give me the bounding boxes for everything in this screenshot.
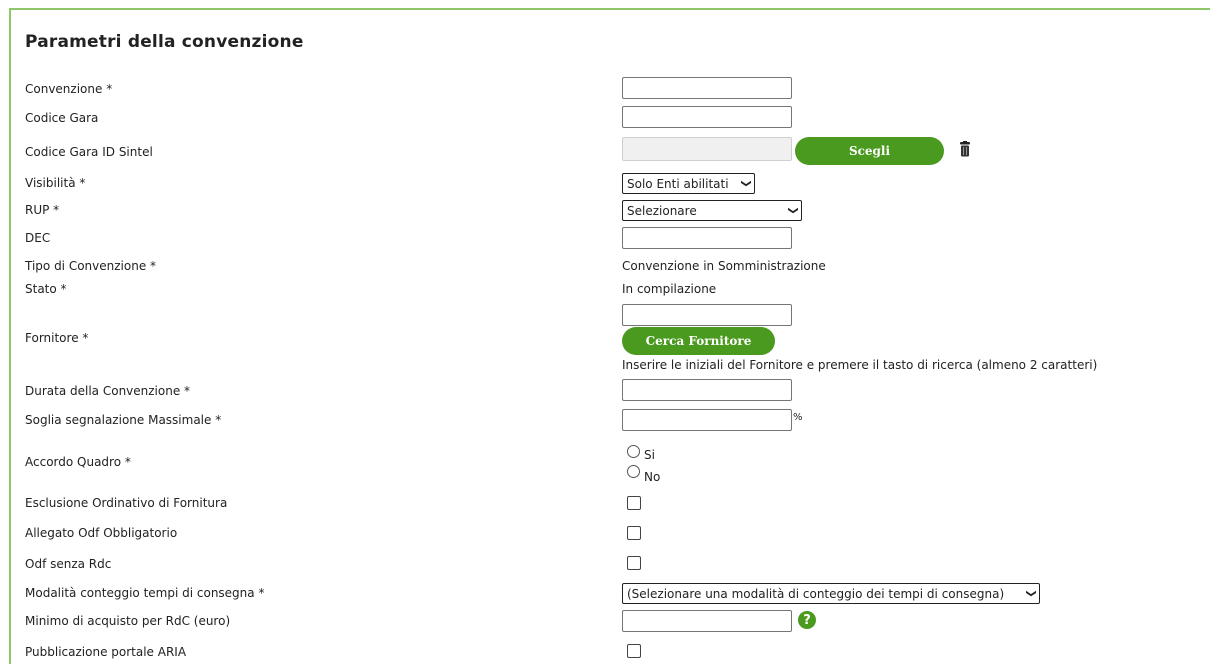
convenzione-label: Convenzione *: [25, 82, 113, 96]
accordo-si-radio[interactable]: [627, 445, 640, 458]
pubblicazione-label: Pubblicazione portale ARIA: [25, 645, 187, 659]
odf-rdc-label: Odf senza Rdc: [25, 557, 112, 571]
fornitore-input[interactable]: [622, 304, 792, 326]
esclusione-checkbox[interactable]: [627, 496, 641, 510]
soglia-unit: %: [793, 412, 803, 423]
soglia-input[interactable]: [622, 409, 792, 431]
visibilita-select[interactable]: Solo Enti abilitati ❯: [622, 173, 755, 194]
chevron-down-icon: ❯: [1025, 589, 1037, 598]
trash-icon[interactable]: [959, 141, 971, 157]
fornitore-label: Fornitore *: [25, 331, 89, 345]
help-icon[interactable]: ?: [798, 611, 816, 629]
cerca-fornitore-button[interactable]: Cerca Fornitore: [622, 327, 775, 355]
convenzione-input[interactable]: [622, 77, 792, 99]
odf-rdc-checkbox[interactable]: [627, 556, 641, 570]
esclusione-label: Esclusione Ordinativo di Fornitura: [25, 496, 228, 510]
rup-select[interactable]: Selezionare ❯: [622, 200, 802, 221]
chevron-down-icon: ❯: [787, 206, 799, 215]
soglia-label: Soglia segnalazione Massimale *: [25, 413, 222, 427]
accordo-no-radio[interactable]: [627, 465, 640, 478]
form-panel: [9, 8, 1210, 664]
accordo-no-label: No: [644, 470, 661, 484]
minimo-input[interactable]: [622, 610, 792, 632]
allegato-checkbox[interactable]: [627, 526, 641, 540]
pubblicazione-checkbox[interactable]: [627, 644, 641, 658]
rup-select-value: Selezionare: [627, 203, 697, 218]
durata-input[interactable]: [622, 379, 792, 401]
dec-label: DEC: [25, 231, 51, 245]
codice-gara-label: Codice Gara: [25, 111, 99, 125]
tipo-label: Tipo di Convenzione *: [25, 259, 157, 273]
codice-gara-sintel-label: Codice Gara ID Sintel: [25, 145, 153, 159]
minimo-label: Minimo di acquisto per RdC (euro): [25, 614, 231, 628]
stato-label: Stato *: [25, 282, 67, 296]
modalita-select-value: (Selezionare una modalità di conteggio d…: [627, 586, 1005, 601]
allegato-label: Allegato Odf Obbligatorio: [25, 526, 178, 540]
section-title: Parametri della convenzione: [25, 32, 304, 52]
stato-value: In compilazione: [622, 282, 717, 296]
modalita-label: Modalità conteggio tempi di consegna *: [25, 586, 265, 600]
codice-gara-sintel-input: [622, 137, 792, 161]
rup-label: RUP *: [25, 203, 60, 217]
visibilita-select-value: Solo Enti abilitati: [627, 176, 729, 191]
chevron-down-icon: ❯: [740, 179, 752, 188]
durata-label: Durata della Convenzione *: [25, 384, 191, 398]
scegli-button[interactable]: Scegli: [795, 137, 944, 165]
accordo-si-label: Si: [644, 448, 655, 462]
accordo-label: Accordo Quadro *: [25, 455, 131, 469]
fornitore-hint: Inserire le iniziali del Fornitore e pre…: [622, 358, 1098, 372]
codice-gara-input[interactable]: [622, 106, 792, 128]
visibilita-label: Visibilità *: [25, 176, 86, 190]
dec-input[interactable]: [622, 227, 792, 249]
tipo-value: Convenzione in Somministrazione: [622, 259, 826, 273]
modalita-select[interactable]: (Selezionare una modalità di conteggio d…: [622, 583, 1040, 604]
